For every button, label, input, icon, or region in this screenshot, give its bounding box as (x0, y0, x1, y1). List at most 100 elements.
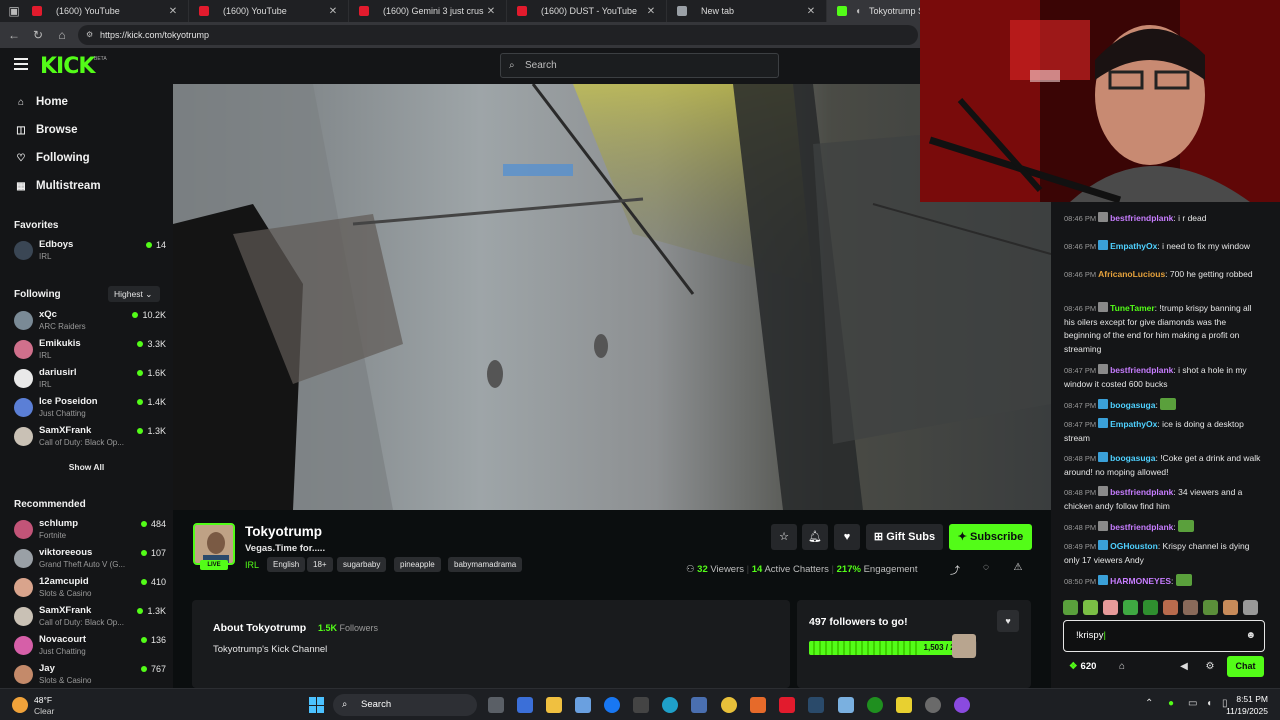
following-channel[interactable]: xQc ARC Raiders 10.2K (14, 308, 166, 334)
home-icon[interactable]: ⌂ (54, 27, 70, 43)
close-icon[interactable]: ✕ (166, 6, 180, 17)
copilot-icon[interactable] (517, 697, 533, 713)
nav-multistream[interactable]: ▦ Multistream (14, 176, 100, 196)
emote-icon[interactable] (1083, 600, 1098, 615)
bell-icon[interactable]: 🔔︎ (802, 524, 828, 550)
tag[interactable]: English (267, 557, 306, 572)
browser-tab[interactable]: (1600) DUST - YouTube ✕ (507, 0, 667, 22)
emoji-icon[interactable]: ☻ (1245, 621, 1256, 651)
close-icon[interactable]: ✕ (484, 6, 498, 17)
share-icon[interactable]: ⤴ (948, 562, 962, 577)
weather-widget[interactable]: 48°F Clear (12, 693, 82, 717)
youtube-icon[interactable] (779, 697, 795, 713)
emote-icon[interactable] (1203, 600, 1218, 615)
chat-send-button[interactable]: Chat (1227, 656, 1264, 677)
volume-icon[interactable]: ◖ (1206, 698, 1212, 709)
close-icon[interactable]: ✕ (804, 6, 818, 17)
facebook-icon[interactable] (604, 697, 620, 713)
favorite-channel[interactable]: Edboys IRL 14 (14, 238, 166, 264)
mic-icon[interactable]: ● (1168, 698, 1174, 709)
message-username[interactable]: OGHouston (1110, 541, 1158, 551)
recommended-channel[interactable]: 12amcupid Slots & Casino 410 (14, 575, 166, 601)
notes-icon[interactable] (896, 697, 912, 713)
browser-tab[interactable]: (1600) Gemini 3 just crushed eve ✕ (349, 0, 507, 22)
emote-icon[interactable] (1123, 600, 1138, 615)
network-icon[interactable]: ▭ (1188, 698, 1197, 709)
nav-browse[interactable]: ◫ Browse (14, 120, 77, 140)
report-icon[interactable]: ⚠ (1011, 562, 1025, 573)
steam-icon[interactable] (808, 697, 824, 713)
emote-icon[interactable] (1143, 600, 1158, 615)
following-channel[interactable]: Ice Poseidon Just Chatting 1.4K (14, 395, 166, 421)
message-username[interactable]: HARMONEYES (1110, 576, 1171, 586)
emote-icon[interactable] (1163, 600, 1178, 615)
recommended-channel[interactable]: SamXFrank Call of Duty: Black Op... 1.3K (14, 604, 166, 630)
back-icon[interactable]: ← (6, 27, 22, 43)
stream-category[interactable]: IRL (245, 560, 259, 570)
close-icon[interactable]: ✕ (644, 6, 658, 17)
reload-icon[interactable]: ↻ (30, 27, 46, 43)
following-channel[interactable]: dariusirl IRL 1.6K (14, 366, 166, 392)
vlc-icon[interactable] (750, 697, 766, 713)
nav-following[interactable]: ♡ Following (14, 148, 90, 168)
clock[interactable]: 8:51 PM 11/19/2025 (1226, 693, 1268, 717)
heart-icon[interactable]: ♥ (834, 524, 860, 550)
file-explorer-icon[interactable] (546, 697, 562, 713)
speaker-icon[interactable]: ◖ (851, 6, 865, 17)
star-icon[interactable]: ☆ (771, 524, 797, 550)
emote-icon[interactable] (1243, 600, 1258, 615)
edge-icon[interactable] (662, 697, 678, 713)
emote-icon[interactable] (1223, 600, 1238, 615)
app-icon[interactable] (838, 697, 854, 713)
following-channel[interactable]: Emikukis IRL 3.3K (14, 337, 166, 363)
store-icon[interactable] (575, 697, 591, 713)
show-all-button[interactable]: Show All (0, 462, 173, 472)
message-username[interactable]: EmpathyOx (1110, 419, 1157, 429)
app-icon[interactable] (925, 697, 941, 713)
recommended-channel[interactable]: schlump Fortnite 484 (14, 517, 166, 543)
message-username[interactable]: boogasuga (1110, 453, 1155, 463)
message-username[interactable]: bestfriendplank (1110, 213, 1173, 223)
message-username[interactable]: bestfriendplank (1110, 365, 1173, 375)
obs-icon[interactable] (954, 697, 970, 713)
message-username[interactable]: boogasuga (1110, 400, 1155, 410)
chrome-icon[interactable] (721, 697, 737, 713)
tag[interactable]: 18+ (307, 557, 333, 572)
close-icon[interactable]: ✕ (326, 6, 340, 17)
recommended-channel[interactable]: Jay Slots & Casino 767 (14, 662, 166, 688)
search-input[interactable]: ⌕ Search (500, 53, 779, 78)
channel-points[interactable]: ❖ 620 (1069, 661, 1096, 672)
tag[interactable]: babymamadrama (448, 557, 523, 572)
recommended-channel[interactable]: Novacourt Just Chatting 136 (14, 633, 166, 659)
recommended-channel[interactable]: viktoreeous Grand Theft Auto V (G... 107 (14, 546, 166, 572)
chevron-up-icon[interactable]: ⌃ (1145, 698, 1153, 709)
site-info-icon[interactable]: ⚙ (86, 25, 93, 45)
emote-icon[interactable] (1183, 600, 1198, 615)
tag[interactable]: sugarbaby (337, 557, 387, 572)
xbox-icon[interactable] (867, 697, 883, 713)
following-channel[interactable]: SamXFrank Call of Duty: Black Op... 1.3K (14, 424, 166, 450)
store-icon[interactable]: ⌂ (1115, 661, 1129, 672)
calculator-icon[interactable] (691, 697, 707, 713)
subscribe-button[interactable]: ✦ Subscribe (949, 524, 1032, 550)
tab-overview-icon[interactable]: ▣ (6, 3, 22, 19)
message-username[interactable]: bestfriendplank (1110, 487, 1173, 497)
taskbar-search[interactable]: ⌕ Search (333, 694, 477, 716)
message-username[interactable]: TuneTamer (1110, 303, 1155, 313)
message-username[interactable]: EmpathyOx (1110, 241, 1157, 251)
channel-name[interactable]: Tokyotrump (245, 524, 322, 539)
gift-subs-button[interactable]: ⊞ Gift Subs (866, 524, 943, 550)
channel-avatar[interactable] (193, 523, 235, 565)
tag[interactable]: pineapple (394, 557, 441, 572)
nav-home[interactable]: ⌂ Home (14, 92, 68, 112)
sort-dropdown[interactable]: Highest ⌄ (108, 286, 160, 302)
task-view-icon[interactable] (488, 697, 504, 713)
heart-icon[interactable]: ♥ (997, 610, 1019, 632)
chat-input[interactable]: !krispy| ☻ (1063, 620, 1265, 652)
settings-icon[interactable]: ⚙ (1203, 661, 1217, 672)
browser-tab[interactable]: New tab ✕ (667, 0, 827, 22)
url-field[interactable]: ⚙ https://kick.com/tokyotrump (78, 25, 918, 45)
hide-icon[interactable]: ◌ (979, 562, 993, 573)
browser-tab[interactable]: (1600) YouTube ✕ (189, 0, 349, 22)
emote-icon[interactable] (1063, 600, 1078, 615)
